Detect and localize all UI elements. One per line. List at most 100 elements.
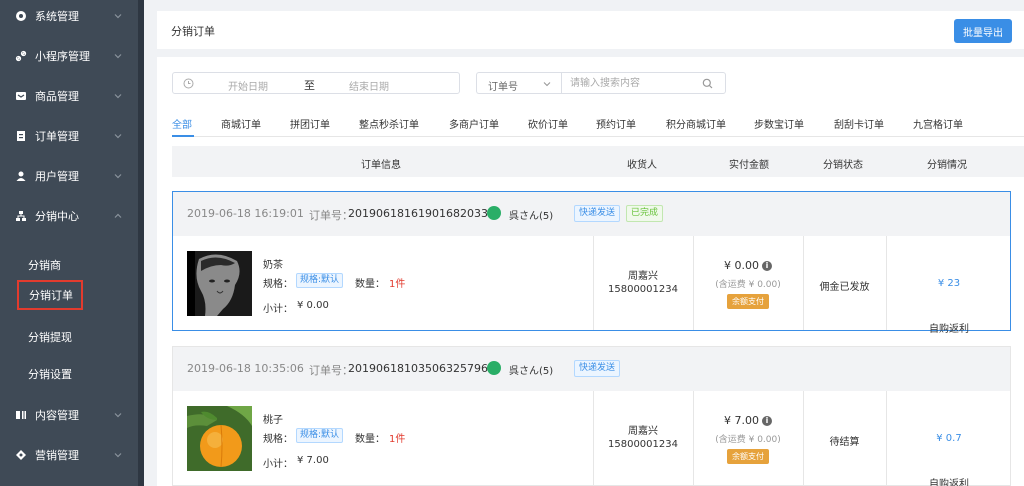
sidebar: 系统管理 小程序管理 商品管理 订单管理 用户管理 分销中心 分销商 分销订单 … — [0, 0, 138, 486]
product-image — [187, 406, 252, 471]
shipping-fee: (含运费 ¥ 0.00) — [715, 435, 781, 445]
receiver-phone: 15800001234 — [608, 284, 678, 295]
order-date: 2019-06-18 10:35:06 — [187, 362, 304, 375]
delivery-tag: 快递发送 — [574, 360, 621, 377]
sidebar-item-label: 营销管理 — [35, 449, 79, 462]
order-panel: 开始日期 至 结束日期 订单号 全部 商城订单 拼团订单 整点秒杀订单 多商户订… — [157, 57, 1024, 486]
column-header: 分销状态 — [823, 160, 863, 171]
sidebar-item-content[interactable]: 内容管理 — [0, 395, 138, 435]
tab-bargain[interactable]: 砍价订单 — [528, 116, 568, 131]
sidebar-item-label: 订单管理 — [35, 130, 79, 143]
tab-group[interactable]: 拼团订单 — [290, 116, 330, 131]
content-icon — [14, 408, 28, 422]
search-box[interactable] — [561, 72, 726, 94]
chevron-down-icon — [543, 82, 551, 87]
product-image — [187, 251, 252, 316]
order-body: 桃子 规格： 规格:默认 数量： 1件 小计： ¥ 7.00 周嘉兴 15800… — [173, 391, 1012, 486]
page-title: 分销订单 — [171, 25, 215, 38]
rebate-cell: 自购返利 ¥ 23 — [886, 236, 1012, 335]
chevron-down-icon — [114, 94, 122, 99]
date-range-picker[interactable]: 开始日期 至 结束日期 — [172, 72, 460, 94]
spec-label: 规格： — [263, 279, 293, 290]
link-icon — [14, 49, 28, 63]
quantity-label: 数量： — [355, 434, 385, 445]
search-icon[interactable] — [702, 78, 713, 89]
order-no-label: 订单号： — [309, 364, 353, 377]
rebate-cell: 自购返利 ¥ 0.7 — [886, 391, 1012, 486]
rebate-amount: ¥ 0.7 — [936, 433, 962, 444]
payment-method-badge: 余额支付 — [727, 294, 769, 309]
user-icon — [14, 169, 28, 183]
subtotal-label: 小计： — [263, 459, 293, 470]
info-icon[interactable]: i — [762, 261, 772, 271]
distribution-status-cell: 待结算 — [803, 391, 886, 485]
order-icon — [14, 129, 28, 143]
order-card[interactable]: 2019-06-18 16:19:01 订单号： 201906181619016… — [172, 191, 1012, 335]
distribution-status-cell: 佣金已发放 — [803, 236, 886, 330]
rebate-label: 自购返利 — [929, 479, 969, 486]
sidebar-item-miniprogram[interactable]: 小程序管理 — [0, 36, 138, 76]
search-type-select[interactable]: 订单号 — [476, 72, 561, 94]
receiver-name: 周嘉兴 — [628, 271, 658, 282]
sidebar-subitem-settings[interactable]: 分销设置 — [0, 359, 138, 389]
tab-steps[interactable]: 步数宝订单 — [754, 116, 804, 131]
chevron-up-icon — [114, 213, 122, 218]
column-header: 分销情况 — [927, 160, 967, 171]
order-number: 20190618161901682033 — [348, 207, 488, 220]
buyer-name: 呉さん(5) — [509, 366, 554, 377]
info-icon[interactable]: i — [762, 416, 772, 426]
sidebar-item-label: 内容管理 — [35, 409, 79, 422]
amount-cell: ¥ 0.00 i (含运费 ¥ 0.00) 余额支付 — [693, 236, 803, 330]
column-header: 实付金额 — [729, 160, 769, 171]
tab-scratch-card[interactable]: 刮刮卡订单 — [834, 116, 884, 131]
receiver-phone: 15800001234 — [608, 439, 678, 450]
sidebar-item-label: 系统管理 — [35, 10, 79, 23]
subtotal-label: 小计： — [263, 304, 293, 315]
rebate-amount: ¥ 23 — [937, 278, 961, 289]
sidebar-subitem-distribution-orders[interactable]: 分销订单 — [17, 280, 83, 310]
order-card[interactable]: 2019-06-18 10:35:06 订单号： 201906181035063… — [172, 346, 1011, 486]
sidebar-item-label: 商品管理 — [35, 90, 79, 103]
tab-all[interactable]: 全部 — [172, 116, 192, 131]
table-header: 订单信息 收货人 实付金额 分销状态 分销情况 — [172, 146, 1024, 177]
tab-nine-grid[interactable]: 九宫格订单 — [913, 116, 963, 131]
tab-mall[interactable]: 商城订单 — [221, 116, 261, 131]
order-no-label: 订单号： — [309, 209, 353, 222]
sidebar-subitem-distributors[interactable]: 分销商 — [0, 250, 138, 280]
tab-booking[interactable]: 预约订单 — [596, 116, 636, 131]
inbox-icon — [14, 89, 28, 103]
gear-icon — [14, 9, 28, 23]
quantity-value: 1件 — [389, 434, 406, 445]
order-number: 20190618103506325796 — [348, 362, 488, 375]
order-body: 奶茶 规格： 规格:默认 数量： 1件 小计： ¥ 0.00 周嘉兴 15800… — [173, 236, 1012, 335]
tab-points[interactable]: 积分商城订单 — [666, 116, 726, 131]
sidebar-item-users[interactable]: 用户管理 — [0, 156, 138, 196]
sidebar-subitem-withdrawals[interactable]: 分销提现 — [0, 322, 138, 352]
paid-amount: ¥ 0.00 — [724, 259, 759, 272]
delivery-tag: 快递发送 — [574, 205, 621, 222]
receiver-cell: 周嘉兴 15800001234 — [593, 391, 693, 485]
paid-amount: ¥ 7.00 — [724, 414, 759, 427]
subtotal-value: ¥ 7.00 — [297, 455, 329, 466]
chevron-down-icon — [114, 174, 122, 179]
chevron-down-icon — [114, 134, 122, 139]
search-input[interactable] — [570, 76, 695, 91]
export-button[interactable]: 批量导出 — [954, 19, 1012, 43]
order-header: 2019-06-18 10:35:06 订单号： 201906181035063… — [173, 347, 1010, 391]
tab-flash-sale[interactable]: 整点秒杀订单 — [359, 116, 419, 131]
sidebar-item-label: 小程序管理 — [35, 50, 90, 63]
sidebar-item-distribution[interactable]: 分销中心 — [0, 196, 138, 236]
hierarchy-icon — [14, 209, 28, 223]
chevron-down-icon — [114, 14, 122, 19]
column-header: 收货人 — [627, 160, 657, 171]
sidebar-item-orders[interactable]: 订单管理 — [0, 116, 138, 156]
date-end-field[interactable]: 结束日期 — [349, 78, 389, 93]
sidebar-item-system[interactable]: 系统管理 — [0, 0, 138, 36]
sidebar-item-marketing[interactable]: 营销管理 — [0, 435, 138, 475]
product-name: 桃子 — [263, 415, 283, 426]
sidebar-item-label: 分销中心 — [35, 210, 79, 223]
tab-multi-merchant[interactable]: 多商户订单 — [449, 116, 499, 131]
date-start-field[interactable]: 开始日期 — [228, 78, 268, 93]
sidebar-item-products[interactable]: 商品管理 — [0, 76, 138, 116]
amount-cell: ¥ 7.00 i (含运费 ¥ 0.00) 余额支付 — [693, 391, 803, 485]
